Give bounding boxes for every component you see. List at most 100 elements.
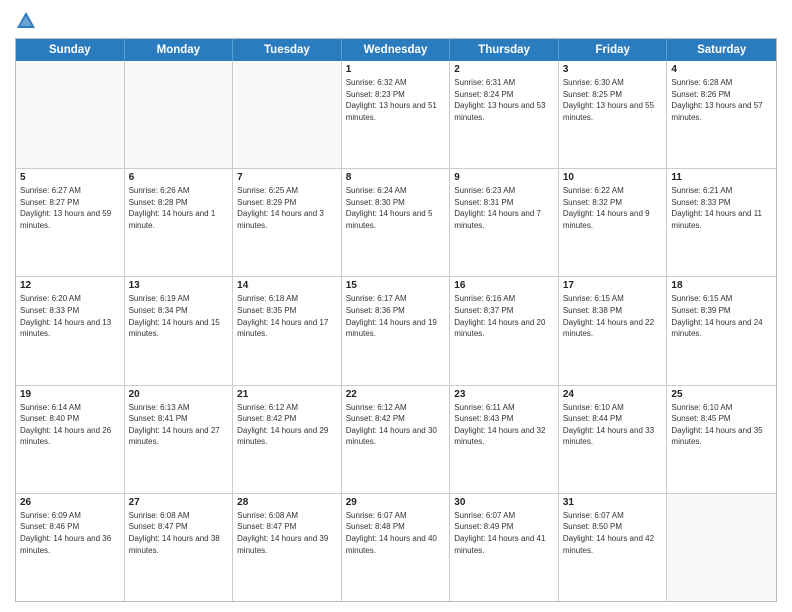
day-cell-26: 26 Sunrise: 6:09 AM Sunset: 8:46 PM Dayli…: [16, 494, 125, 601]
day-info: Sunrise: 6:10 AM Sunset: 8:45 PM Dayligh…: [671, 402, 772, 448]
day-info: Sunrise: 6:16 AM Sunset: 8:37 PM Dayligh…: [454, 293, 554, 339]
header-day-thursday: Thursday: [450, 39, 559, 61]
day-cell-14: 14 Sunrise: 6:18 AM Sunset: 8:35 PM Dayli…: [233, 277, 342, 384]
day-info: Sunrise: 6:10 AM Sunset: 8:44 PM Dayligh…: [563, 402, 663, 448]
day-info: Sunrise: 6:22 AM Sunset: 8:32 PM Dayligh…: [563, 185, 663, 231]
day-number: 8: [346, 172, 446, 183]
day-cell-16: 16 Sunrise: 6:16 AM Sunset: 8:37 PM Dayli…: [450, 277, 559, 384]
day-cell-7: 7 Sunrise: 6:25 AM Sunset: 8:29 PM Daylig…: [233, 169, 342, 276]
day-info: Sunrise: 6:18 AM Sunset: 8:35 PM Dayligh…: [237, 293, 337, 339]
day-number: 11: [671, 172, 772, 183]
day-cell-17: 17 Sunrise: 6:15 AM Sunset: 8:38 PM Dayli…: [559, 277, 668, 384]
empty-cell: [667, 494, 776, 601]
day-info: Sunrise: 6:15 AM Sunset: 8:39 PM Dayligh…: [671, 293, 772, 339]
day-number: 24: [563, 389, 663, 400]
calendar-row-0: 1Sunrise: 6:32 AM Sunset: 8:23 PM Daylig…: [16, 61, 776, 169]
day-cell-6: 6 Sunrise: 6:26 AM Sunset: 8:28 PM Daylig…: [125, 169, 234, 276]
day-info: Sunrise: 6:07 AM Sunset: 8:48 PM Dayligh…: [346, 510, 446, 556]
day-cell-3: 3 Sunrise: 6:30 AM Sunset: 8:25 PM Daylig…: [559, 61, 668, 168]
day-cell-28: 28 Sunrise: 6:08 AM Sunset: 8:47 PM Dayli…: [233, 494, 342, 601]
day-cell-29: 29 Sunrise: 6:07 AM Sunset: 8:48 PM Dayli…: [342, 494, 451, 601]
day-cell-20: 20 Sunrise: 6:13 AM Sunset: 8:41 PM Dayli…: [125, 386, 234, 493]
day-info: Sunrise: 6:11 AM Sunset: 8:43 PM Dayligh…: [454, 402, 554, 448]
empty-cell: [16, 61, 125, 168]
day-cell-10: 10Sunrise: 6:22 AM Sunset: 8:32 PM Dayli…: [559, 169, 668, 276]
day-number: 9: [454, 172, 554, 183]
calendar-row-1: 5 Sunrise: 6:27 AM Sunset: 8:27 PM Daylig…: [16, 169, 776, 277]
day-info: Sunrise: 6:25 AM Sunset: 8:29 PM Dayligh…: [237, 185, 337, 231]
header-day-wednesday: Wednesday: [342, 39, 451, 61]
day-number: 3: [563, 64, 663, 75]
day-info: Sunrise: 6:08 AM Sunset: 8:47 PM Dayligh…: [237, 510, 337, 556]
day-info: Sunrise: 6:21 AM Sunset: 8:33 PM Dayligh…: [671, 185, 772, 231]
day-number: 31: [563, 497, 663, 508]
day-cell-15: 15 Sunrise: 6:17 AM Sunset: 8:36 PM Dayli…: [342, 277, 451, 384]
day-cell-27: 27Sunrise: 6:08 AM Sunset: 8:47 PM Dayli…: [125, 494, 234, 601]
day-cell-9: 9 Sunrise: 6:23 AM Sunset: 8:31 PM Daylig…: [450, 169, 559, 276]
day-info: Sunrise: 6:15 AM Sunset: 8:38 PM Dayligh…: [563, 293, 663, 339]
day-number: 7: [237, 172, 337, 183]
calendar-row-2: 12Sunrise: 6:20 AM Sunset: 8:33 PM Dayli…: [16, 277, 776, 385]
day-cell-31: 31Sunrise: 6:07 AM Sunset: 8:50 PM Dayli…: [559, 494, 668, 601]
day-cell-19: 19 Sunrise: 6:14 AM Sunset: 8:40 PM Dayli…: [16, 386, 125, 493]
day-cell-21: 21Sunrise: 6:12 AM Sunset: 8:42 PM Dayli…: [233, 386, 342, 493]
day-info: Sunrise: 6:26 AM Sunset: 8:28 PM Dayligh…: [129, 185, 229, 231]
day-number: 30: [454, 497, 554, 508]
day-info: Sunrise: 6:19 AM Sunset: 8:34 PM Dayligh…: [129, 293, 229, 339]
header-day-friday: Friday: [559, 39, 668, 61]
day-cell-12: 12Sunrise: 6:20 AM Sunset: 8:33 PM Dayli…: [16, 277, 125, 384]
day-info: Sunrise: 6:28 AM Sunset: 8:26 PM Dayligh…: [671, 77, 772, 123]
day-info: Sunrise: 6:31 AM Sunset: 8:24 PM Dayligh…: [454, 77, 554, 123]
day-number: 12: [20, 280, 120, 291]
day-cell-24: 24 Sunrise: 6:10 AM Sunset: 8:44 PM Dayli…: [559, 386, 668, 493]
day-info: Sunrise: 6:09 AM Sunset: 8:46 PM Dayligh…: [20, 510, 120, 556]
day-number: 5: [20, 172, 120, 183]
day-info: Sunrise: 6:12 AM Sunset: 8:42 PM Dayligh…: [346, 402, 446, 448]
day-info: Sunrise: 6:27 AM Sunset: 8:27 PM Dayligh…: [20, 185, 120, 231]
day-number: 23: [454, 389, 554, 400]
calendar-body: 1Sunrise: 6:32 AM Sunset: 8:23 PM Daylig…: [16, 61, 776, 601]
logo-icon: [15, 10, 37, 32]
day-number: 4: [671, 64, 772, 75]
day-number: 2: [454, 64, 554, 75]
day-cell-25: 25 Sunrise: 6:10 AM Sunset: 8:45 PM Dayli…: [667, 386, 776, 493]
day-cell-1: 1Sunrise: 6:32 AM Sunset: 8:23 PM Daylig…: [342, 61, 451, 168]
calendar-row-4: 26 Sunrise: 6:09 AM Sunset: 8:46 PM Dayli…: [16, 494, 776, 601]
day-info: Sunrise: 6:30 AM Sunset: 8:25 PM Dayligh…: [563, 77, 663, 123]
day-number: 28: [237, 497, 337, 508]
day-info: Sunrise: 6:24 AM Sunset: 8:30 PM Dayligh…: [346, 185, 446, 231]
day-number: 22: [346, 389, 446, 400]
day-number: 18: [671, 280, 772, 291]
day-info: Sunrise: 6:07 AM Sunset: 8:49 PM Dayligh…: [454, 510, 554, 556]
day-info: Sunrise: 6:13 AM Sunset: 8:41 PM Dayligh…: [129, 402, 229, 448]
calendar-row-3: 19 Sunrise: 6:14 AM Sunset: 8:40 PM Dayli…: [16, 386, 776, 494]
day-info: Sunrise: 6:23 AM Sunset: 8:31 PM Dayligh…: [454, 185, 554, 231]
logo: [15, 10, 41, 32]
day-number: 17: [563, 280, 663, 291]
day-number: 14: [237, 280, 337, 291]
day-number: 13: [129, 280, 229, 291]
day-number: 15: [346, 280, 446, 291]
calendar-header: SundayMondayTuesdayWednesdayThursdayFrid…: [16, 39, 776, 61]
day-number: 27: [129, 497, 229, 508]
day-cell-2: 2 Sunrise: 6:31 AM Sunset: 8:24 PM Daylig…: [450, 61, 559, 168]
day-number: 26: [20, 497, 120, 508]
day-number: 29: [346, 497, 446, 508]
day-number: 25: [671, 389, 772, 400]
day-cell-18: 18 Sunrise: 6:15 AM Sunset: 8:39 PM Dayli…: [667, 277, 776, 384]
header-day-sunday: Sunday: [16, 39, 125, 61]
day-number: 21: [237, 389, 337, 400]
day-number: 1: [346, 64, 446, 75]
header-day-saturday: Saturday: [667, 39, 776, 61]
page: SundayMondayTuesdayWednesdayThursdayFrid…: [0, 0, 792, 612]
day-number: 16: [454, 280, 554, 291]
day-number: 6: [129, 172, 229, 183]
day-cell-8: 8 Sunrise: 6:24 AM Sunset: 8:30 PM Daylig…: [342, 169, 451, 276]
day-cell-5: 5 Sunrise: 6:27 AM Sunset: 8:27 PM Daylig…: [16, 169, 125, 276]
day-info: Sunrise: 6:17 AM Sunset: 8:36 PM Dayligh…: [346, 293, 446, 339]
day-number: 19: [20, 389, 120, 400]
empty-cell: [233, 61, 342, 168]
day-info: Sunrise: 6:14 AM Sunset: 8:40 PM Dayligh…: [20, 402, 120, 448]
header: [15, 10, 777, 32]
day-number: 20: [129, 389, 229, 400]
